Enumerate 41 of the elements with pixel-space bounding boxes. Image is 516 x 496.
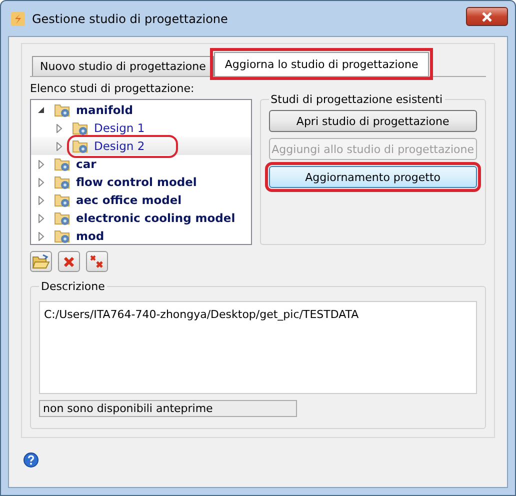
cross-icon [63, 256, 75, 268]
folder-icon [54, 156, 72, 172]
delete-all-button[interactable] [86, 251, 108, 272]
folder-icon [54, 192, 72, 208]
window-title: Gestione studio di progettazione [32, 12, 228, 26]
tree-item[interactable]: aec office model [52, 192, 186, 208]
expand-icon[interactable] [37, 232, 46, 240]
folder-icon [72, 138, 90, 154]
tree-item[interactable]: car [52, 156, 100, 172]
folder-icon [54, 174, 72, 190]
folder-icon [54, 102, 72, 118]
double-cross-icon [89, 254, 105, 270]
close-button[interactable] [466, 7, 508, 26]
expand-icon[interactable] [55, 124, 64, 132]
tree-item[interactable]: manifold [52, 102, 137, 118]
expand-icon[interactable] [37, 160, 46, 168]
expand-icon[interactable] [37, 178, 46, 186]
delete-button[interactable] [58, 251, 80, 272]
close-icon [481, 12, 493, 22]
open-folder-button[interactable] [30, 251, 52, 272]
description-field[interactable]: C:/Users/ITA764-740-zhongya/Desktop/get_pic/TESTDATA [39, 301, 477, 394]
expand-icon[interactable] [55, 142, 64, 150]
tab[interactable]: Nuovo studio di progettazione [32, 56, 214, 76]
folder-icon [54, 210, 72, 226]
tree-item[interactable]: flow control model [52, 174, 201, 190]
action-button[interactable]: Apri studio di progettazione [268, 110, 477, 132]
tree-item[interactable]: electronic cooling model [52, 210, 240, 226]
folder-icon [32, 254, 50, 270]
group-title: Descrizione [40, 280, 106, 293]
tree-item[interactable]: Design 1 [70, 120, 149, 136]
group-title: Studi di progettazione esistenti [270, 93, 444, 106]
collapse-icon[interactable] [37, 106, 46, 114]
tree-item[interactable]: mod [52, 228, 108, 244]
app-icon [10, 10, 26, 26]
preview-status: non sono disponibili anteprime [39, 400, 297, 417]
folder-icon [72, 120, 90, 136]
help-icon[interactable] [23, 452, 39, 468]
tree-label: Elenco studi di progettazione: [30, 82, 196, 95]
folder-icon [54, 228, 72, 244]
expand-icon[interactable] [37, 196, 46, 204]
expand-icon[interactable] [37, 214, 46, 222]
